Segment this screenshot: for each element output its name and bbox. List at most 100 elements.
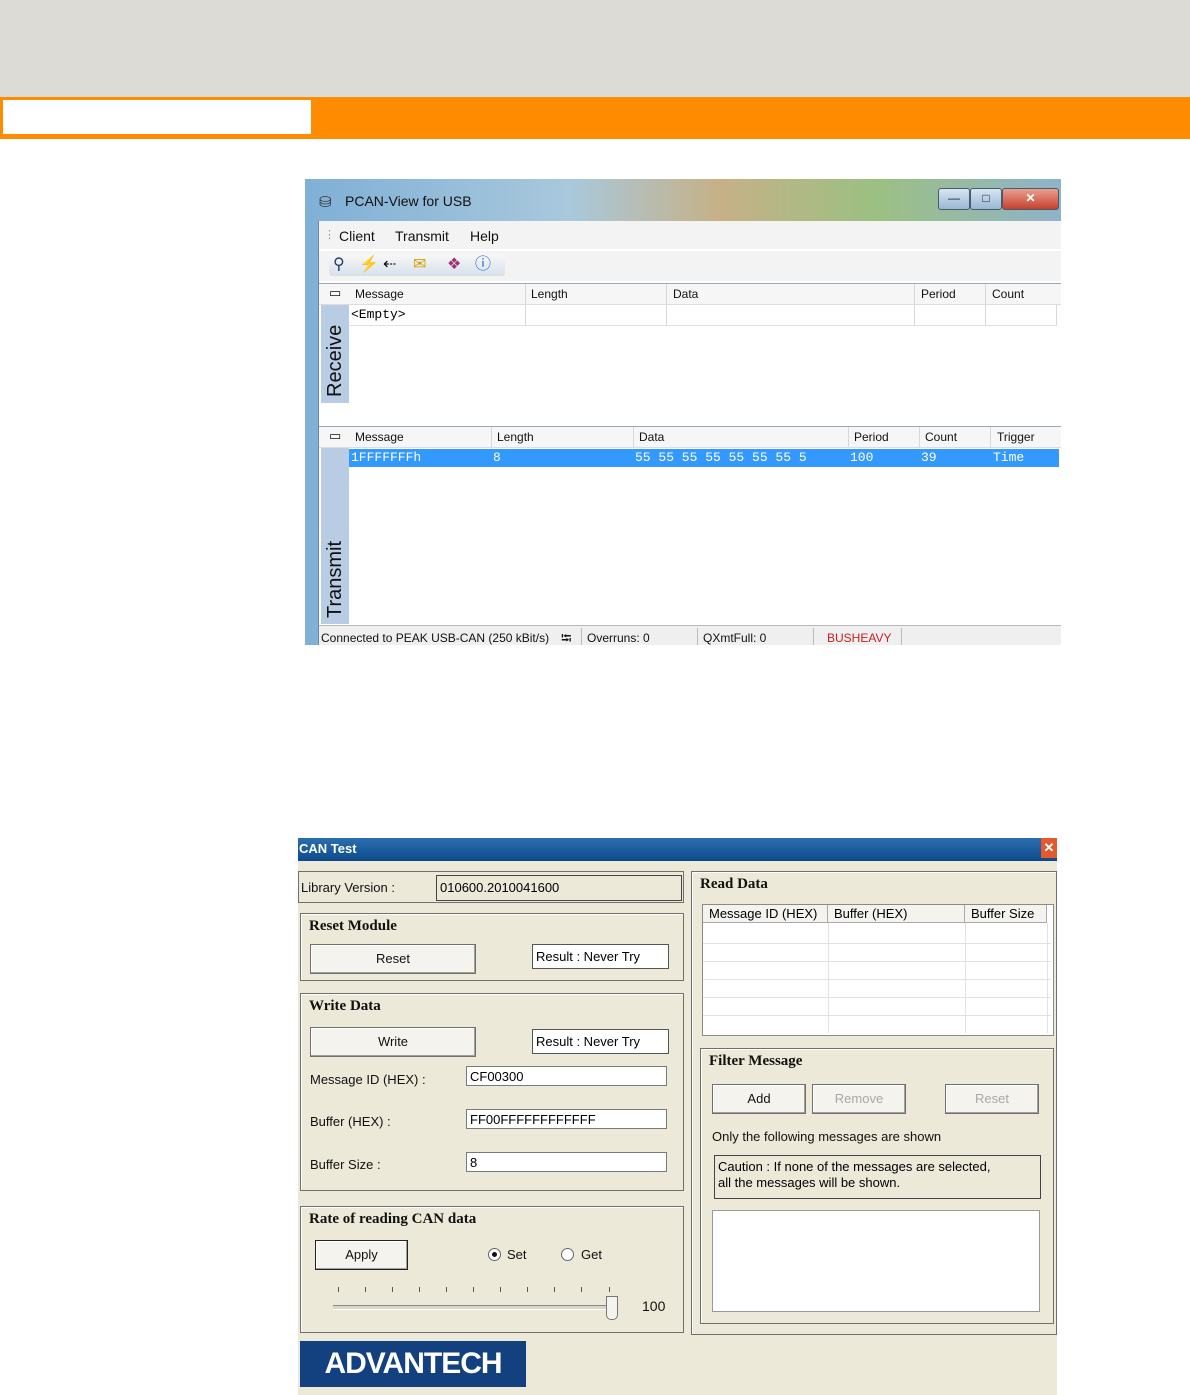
- library-version-value: 010600.2010041600: [436, 875, 682, 901]
- pcan-client-area: ⋮ Client Transmit Help ⚲ ⚡ ⇠ ✉ ❖ ⓘ ▭ Mes…: [318, 221, 1061, 645]
- table-row[interactable]: <Empty>: [349, 305, 1057, 326]
- pcan-app-icon: ⛁: [319, 194, 332, 211]
- menu-help[interactable]: Help: [470, 228, 499, 244]
- transmit-col-count: Count: [925, 430, 958, 444]
- pcan-view-window: ⛁ PCAN-View for USB — □ ✕ ⋮ Client Trans…: [305, 179, 1061, 645]
- col-sep: [666, 305, 667, 325]
- filter-list[interactable]: [712, 1210, 1040, 1312]
- transmit-label: Transmit: [324, 540, 346, 618]
- status-sep: [813, 628, 814, 645]
- filter-info-text: Only the following messages are shown: [712, 1129, 942, 1144]
- grid-line: [703, 979, 1051, 980]
- receive-label: Receive: [324, 324, 346, 397]
- col-sep: [914, 284, 915, 304]
- tick: [527, 1287, 528, 1292]
- tick: [446, 1287, 447, 1292]
- table-row[interactable]: 1FFFFFFFh 8 55 55 55 55 55 55 55 5 100 3…: [349, 449, 1059, 467]
- status-sep: [697, 628, 698, 645]
- read-data-title: Read Data: [700, 876, 768, 892]
- minimize-button[interactable]: —: [938, 188, 970, 210]
- menu-grip: ⋮: [324, 229, 335, 241]
- message-id-input[interactable]: CF00300: [466, 1066, 667, 1086]
- reset-module-title: Reset Module: [309, 918, 397, 934]
- menu-client[interactable]: Client: [339, 228, 375, 244]
- read-data-group: Read Data Message ID (HEX) Buffer (HEX) …: [691, 871, 1057, 1335]
- filter-message-title: Filter Message: [709, 1053, 803, 1069]
- filter-reset-button[interactable]: Reset: [945, 1084, 1039, 1114]
- transmit-trigger: Time: [993, 450, 1025, 465]
- orange-header-bar: [0, 97, 1190, 139]
- buffer-size-input[interactable]: 8: [466, 1152, 667, 1172]
- caution-line-2: all the messages will be shown.: [718, 1175, 901, 1190]
- grid-line: [703, 961, 1051, 962]
- can-test-dialog: CAN Test ✕ Library Version : 010600.2010…: [298, 838, 1057, 1395]
- read-data-grid[interactable]: Message ID (HEX) Buffer (HEX) Buffer Siz…: [702, 904, 1054, 1036]
- buffer-hex-input[interactable]: FF00FFFFFFFFFFFF: [466, 1109, 667, 1129]
- reset-module-button[interactable]: Reset: [310, 944, 476, 974]
- tick: [338, 1287, 339, 1292]
- info-icon[interactable]: ⓘ: [475, 256, 491, 274]
- write-button[interactable]: Write: [310, 1027, 476, 1057]
- grid-vline: [1047, 923, 1048, 1033]
- toolbar: ⚲ ⚡ ⇠ ✉ ❖ ⓘ: [319, 251, 1061, 281]
- rate-title: Rate of reading CAN data: [309, 1211, 477, 1227]
- col-buffer-size[interactable]: Buffer Size: [965, 905, 1047, 923]
- message-icon[interactable]: ✉: [413, 256, 426, 274]
- filter-add-button[interactable]: Add: [712, 1084, 806, 1114]
- col-sep: [1056, 305, 1057, 325]
- tick: [609, 1287, 610, 1292]
- tick: [500, 1287, 501, 1292]
- book-icon[interactable]: ❖: [447, 256, 461, 274]
- slider-thumb[interactable]: [606, 1296, 618, 1320]
- connect-icon[interactable]: ⚲: [333, 256, 345, 274]
- status-sep: [581, 628, 582, 645]
- library-version-label: Library Version :: [301, 880, 395, 895]
- col-message-id[interactable]: Message ID (HEX): [703, 905, 828, 923]
- write-data-title: Write Data: [309, 998, 381, 1014]
- message-id-label: Message ID (HEX) :: [310, 1072, 426, 1087]
- lightning-icon[interactable]: ⚡: [359, 256, 379, 274]
- maximize-button[interactable]: □: [970, 188, 1002, 210]
- col-sep: [985, 284, 986, 304]
- close-button[interactable]: ✕: [1002, 188, 1059, 210]
- usb-plug-icon: ⭾: [561, 630, 572, 645]
- arrow-left-icon[interactable]: ⇠: [383, 256, 396, 274]
- radio-set-label: Set: [507, 1247, 527, 1262]
- page-header-band: [0, 0, 1190, 97]
- tick: [392, 1287, 393, 1292]
- transmit-col-message: Message: [355, 430, 404, 444]
- buffer-size-label: Buffer Size :: [310, 1157, 381, 1172]
- status-overruns: Overruns: 0: [587, 631, 650, 645]
- slider-track[interactable]: [333, 1305, 611, 1310]
- transmit-panel: ▭ Message Length Data Period Count Trigg…: [319, 426, 1061, 626]
- rate-group: Rate of reading CAN data Apply Set Get 1…: [300, 1206, 684, 1333]
- receive-side-tab[interactable]: Receive: [321, 305, 349, 403]
- filter-remove-button[interactable]: Remove: [812, 1084, 906, 1114]
- status-qxmtfull: QXmtFull: 0: [703, 631, 767, 645]
- window-icon: ▭: [329, 428, 342, 443]
- menu-transmit[interactable]: Transmit: [395, 228, 449, 244]
- window-title: PCAN-View for USB: [345, 193, 472, 209]
- transmit-col-trigger: Trigger: [997, 430, 1035, 444]
- advantech-logo: ADVANTECH: [300, 1341, 526, 1387]
- transmit-side-tab[interactable]: Transmit: [321, 448, 349, 624]
- status-bar: Connected to PEAK USB-CAN (250 kBit/s) ⭾…: [319, 625, 1061, 645]
- buffer-hex-label: Buffer (HEX) :: [310, 1114, 391, 1129]
- transmit-length: 8: [493, 450, 501, 465]
- receive-col-length: Length: [531, 287, 568, 301]
- radio-set[interactable]: [488, 1248, 501, 1261]
- dialog-title-bar: CAN Test ✕: [298, 838, 1057, 861]
- col-sep: [491, 427, 492, 447]
- tick-marks: [331, 1287, 615, 1299]
- transmit-period: 100: [850, 450, 874, 465]
- col-sep: [919, 427, 920, 447]
- tick: [581, 1287, 582, 1292]
- tick: [554, 1287, 555, 1292]
- radio-get[interactable]: [561, 1248, 574, 1261]
- apply-button[interactable]: Apply: [315, 1240, 408, 1270]
- col-sep: [666, 284, 667, 304]
- transmit-col-period: Period: [854, 430, 889, 444]
- close-button[interactable]: ✕: [1041, 838, 1057, 858]
- col-buffer-hex[interactable]: Buffer (HEX): [828, 905, 965, 923]
- reset-module-group: Reset Module Reset Result : Never Try: [300, 913, 684, 981]
